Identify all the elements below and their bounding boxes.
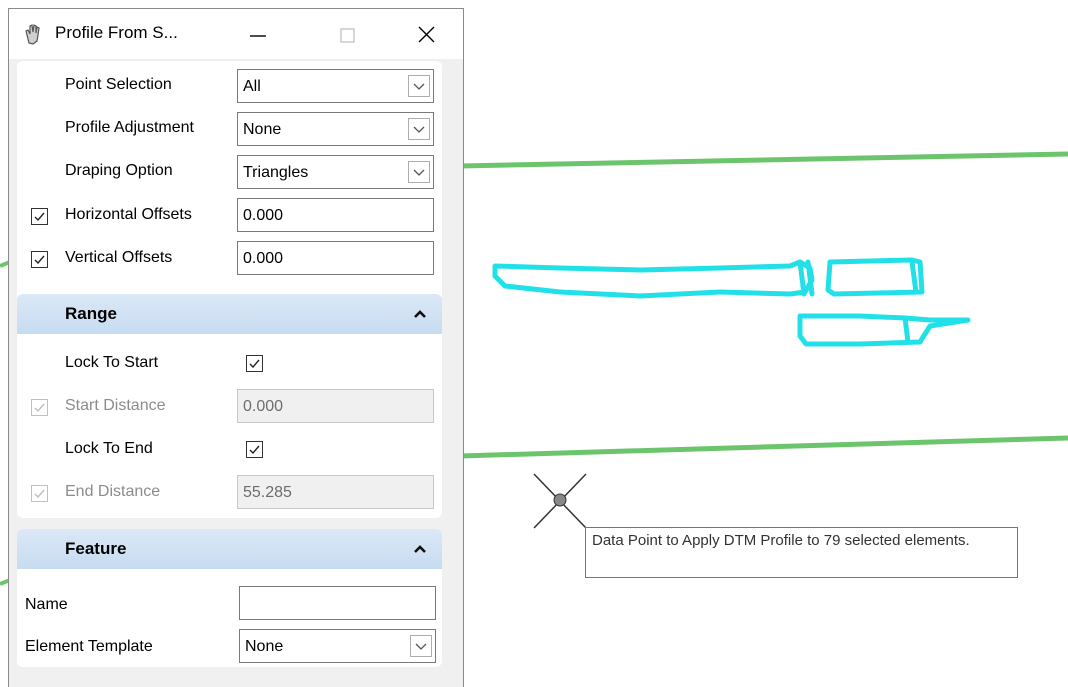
green-line-lower[interactable]: [459, 435, 1068, 459]
crosshair-cursor-icon: [533, 473, 587, 529]
horizontal-offsets-value: 0.000: [243, 207, 284, 224]
cursor-tooltip: Data Point to Apply DTM Profile to 79 se…: [585, 527, 1018, 578]
chevron-up-icon[interactable]: [412, 543, 428, 555]
vertical-offsets-input[interactable]: 0.000: [237, 241, 434, 275]
profile-adjustment-value: None: [243, 121, 282, 138]
profile-adjustment-label: Profile Adjustment: [65, 119, 194, 136]
minimize-icon[interactable]: [231, 19, 281, 51]
end-distance-input: 55.285: [237, 475, 434, 509]
cyan-sketch: [492, 257, 971, 347]
start-distance-input: 0.000: [237, 389, 434, 423]
feature-section: Feature Name Element Template None: [17, 529, 442, 667]
horizontal-offsets-input[interactable]: 0.000: [237, 198, 434, 232]
draping-option-value: Triangles: [243, 164, 309, 181]
draping-option-label: Draping Option: [65, 162, 173, 179]
profile-adjustment-dropdown[interactable]: None: [237, 112, 434, 146]
start-distance-value: 0.000: [243, 398, 284, 415]
maximize-icon: [340, 28, 355, 43]
point-selection-label: Point Selection: [65, 76, 172, 93]
settings-section: Point Selection All Profile Adjustment N…: [17, 61, 442, 302]
green-line-upper[interactable]: [459, 151, 1068, 169]
start-distance-label: Start Distance: [65, 397, 166, 414]
start-distance-checkbox: [31, 399, 48, 416]
lock-to-start-label: Lock To Start: [65, 354, 159, 371]
horizontal-offsets-label: Horizontal Offsets: [65, 206, 192, 223]
close-icon[interactable]: [402, 19, 452, 51]
end-distance-value: 55.285: [243, 484, 292, 501]
lock-to-end-checkbox[interactable]: [246, 441, 263, 458]
feature-title: Feature: [65, 539, 127, 558]
lock-to-end-label: Lock To End: [65, 440, 153, 457]
hand-icon: [25, 24, 40, 45]
draping-option-dropdown[interactable]: Triangles: [237, 155, 434, 189]
vertical-offsets-label: Vertical Offsets: [65, 249, 173, 266]
range-header[interactable]: Range: [17, 294, 442, 334]
vertical-offsets-checkbox[interactable]: [31, 251, 48, 268]
range-section: Range Lock To Start Start Distance 0.000…: [17, 294, 442, 518]
point-selection-value: All: [243, 78, 261, 95]
chevron-down-icon[interactable]: [408, 118, 430, 140]
name-input[interactable]: [239, 586, 436, 620]
name-label: Name: [25, 596, 68, 613]
chevron-down-icon[interactable]: [408, 75, 430, 97]
end-distance-checkbox: [31, 485, 48, 502]
vertical-offsets-value: 0.000: [243, 250, 284, 267]
range-title: Range: [65, 304, 117, 323]
feature-header[interactable]: Feature: [17, 529, 442, 569]
chevron-down-icon[interactable]: [408, 161, 430, 183]
chevron-up-icon[interactable]: [412, 308, 428, 320]
end-distance-label: End Distance: [65, 483, 161, 500]
element-template-dropdown[interactable]: None: [239, 629, 436, 663]
element-template-value: None: [245, 638, 284, 655]
element-template-label: Element Template: [25, 638, 153, 655]
point-selection-dropdown[interactable]: All: [237, 69, 434, 103]
horizontal-offsets-checkbox[interactable]: [31, 208, 48, 225]
lock-to-start-checkbox[interactable]: [246, 355, 263, 372]
profile-from-surface-dialog: Profile From S... Point Selection All Pr…: [8, 8, 464, 687]
chevron-down-icon[interactable]: [410, 635, 432, 657]
window-title: Profile From S...: [55, 23, 178, 42]
title-bar[interactable]: Profile From S...: [9, 9, 463, 59]
